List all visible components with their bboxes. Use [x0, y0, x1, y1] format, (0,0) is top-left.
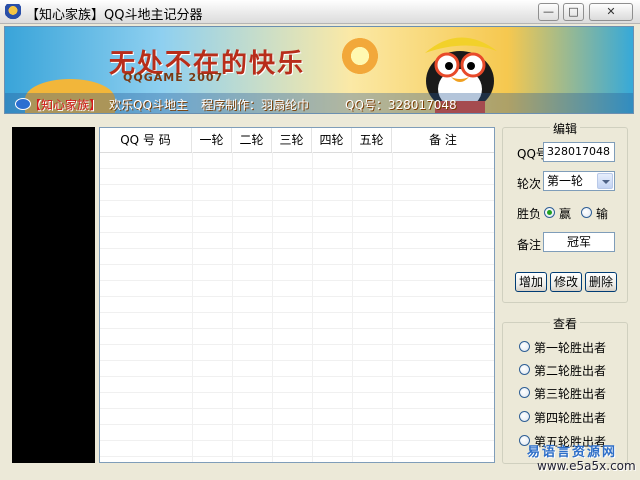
- view-round4-radio[interactable]: [519, 411, 530, 422]
- grid-row-line: [100, 328, 494, 329]
- grid-row-line: [100, 248, 494, 249]
- banner-subtitle: QQGAME 2007: [123, 71, 224, 84]
- window-title: 【知心家族】QQ斗地主记分器: [26, 8, 203, 23]
- banner-qq: QQ号：328017048: [345, 98, 457, 112]
- banner-brand: 【知心家族】: [29, 98, 102, 112]
- view-round1-label[interactable]: 第一轮胜出者: [534, 339, 606, 356]
- minimize-button[interactable]: —: [538, 3, 559, 21]
- view-round2-label[interactable]: 第二轮胜出者: [534, 362, 606, 379]
- grid-column-line: [232, 152, 233, 462]
- modify-button[interactable]: 修改: [550, 272, 582, 292]
- grid-row-line: [100, 200, 494, 201]
- column-header-note[interactable]: 备 注: [392, 128, 494, 152]
- grid-row-line: [100, 424, 494, 425]
- grid-row-line: [100, 168, 494, 169]
- grid-row-line: [100, 312, 494, 313]
- grid-column-line: [312, 152, 313, 462]
- view-group-title: 查看: [549, 317, 580, 331]
- win-radio[interactable]: [544, 207, 555, 218]
- banner-welcome: 欢乐QQ斗地主: [109, 98, 188, 112]
- preview-panel: [12, 127, 95, 463]
- edit-group-title: 编辑: [549, 122, 580, 136]
- grid-row-line: [100, 264, 494, 265]
- grid-column-line: [272, 152, 273, 462]
- column-header-qq[interactable]: QQ 号 码: [100, 128, 192, 152]
- drink-decoration: [339, 35, 381, 77]
- round-label: 轮次: [517, 177, 542, 191]
- grid-row-line: [100, 280, 494, 281]
- banner-image: 无处不在的快乐 QQGAME 2007 【知心家族】 欢乐QQ斗地主 程序制作：…: [4, 26, 634, 114]
- lose-label[interactable]: 输: [596, 205, 608, 222]
- maximize-button[interactable]: □: [563, 3, 584, 21]
- close-button[interactable]: ✕: [589, 3, 633, 21]
- grid-row-line: [100, 344, 494, 345]
- column-header-round5[interactable]: 五轮: [352, 128, 392, 152]
- title-bar: 【知心家族】QQ斗地主记分器 — □ ✕: [0, 0, 640, 24]
- grid-row-line: [100, 408, 494, 409]
- lose-radio[interactable]: [581, 207, 592, 218]
- grid-row-line: [100, 440, 494, 441]
- qq-input[interactable]: 328017048: [543, 142, 615, 162]
- app-icon: [5, 4, 21, 20]
- round-select[interactable]: 第一轮: [543, 171, 615, 191]
- view-round2-radio[interactable]: [519, 364, 530, 375]
- watermark-title: 易语言资源网: [527, 445, 618, 460]
- result-label: 胜负: [517, 207, 542, 221]
- column-header-round3[interactable]: 三轮: [272, 128, 312, 152]
- grid-row-line: [100, 360, 494, 361]
- grid-column-line: [192, 152, 193, 462]
- win-label[interactable]: 赢: [559, 205, 571, 222]
- banner-credit: 程序制作：羽扇纶巾: [201, 98, 310, 112]
- column-header-round1[interactable]: 一轮: [192, 128, 232, 152]
- grid-row-line: [100, 456, 494, 457]
- grid-row-line: [100, 296, 494, 297]
- note-label: 备注: [517, 238, 542, 252]
- edit-group: 编辑 QQ号 328017048 轮次 第一轮 胜负 赢 输 备注 冠军 增加 …: [502, 122, 628, 303]
- column-header-round2[interactable]: 二轮: [232, 128, 272, 152]
- view-round3-radio[interactable]: [519, 387, 530, 398]
- delete-button[interactable]: 删除: [585, 272, 617, 292]
- round-select-value: 第一轮: [547, 174, 584, 188]
- grid-row-line: [100, 376, 494, 377]
- column-header-round4[interactable]: 四轮: [312, 128, 352, 152]
- table-header: QQ 号 码 一轮 二轮 三轮 四轮 五轮 备 注: [100, 128, 494, 153]
- view-round3-label[interactable]: 第三轮胜出者: [534, 385, 606, 402]
- grid-column-line: [392, 152, 393, 462]
- add-button[interactable]: 增加: [515, 272, 547, 292]
- grid-row-line: [100, 392, 494, 393]
- grid-row-line: [100, 184, 494, 185]
- watermark-url: www.e5a5x.com: [537, 459, 636, 473]
- view-round1-radio[interactable]: [519, 341, 530, 352]
- chevron-down-icon[interactable]: [597, 173, 613, 189]
- grid-column-line: [352, 152, 353, 462]
- score-table[interactable]: QQ 号 码 一轮 二轮 三轮 四轮 五轮 备 注: [99, 127, 495, 463]
- note-input[interactable]: 冠军: [543, 232, 615, 252]
- grid-row-line: [100, 232, 494, 233]
- grid-row-line: [100, 216, 494, 217]
- view-round4-label[interactable]: 第四轮胜出者: [534, 409, 606, 426]
